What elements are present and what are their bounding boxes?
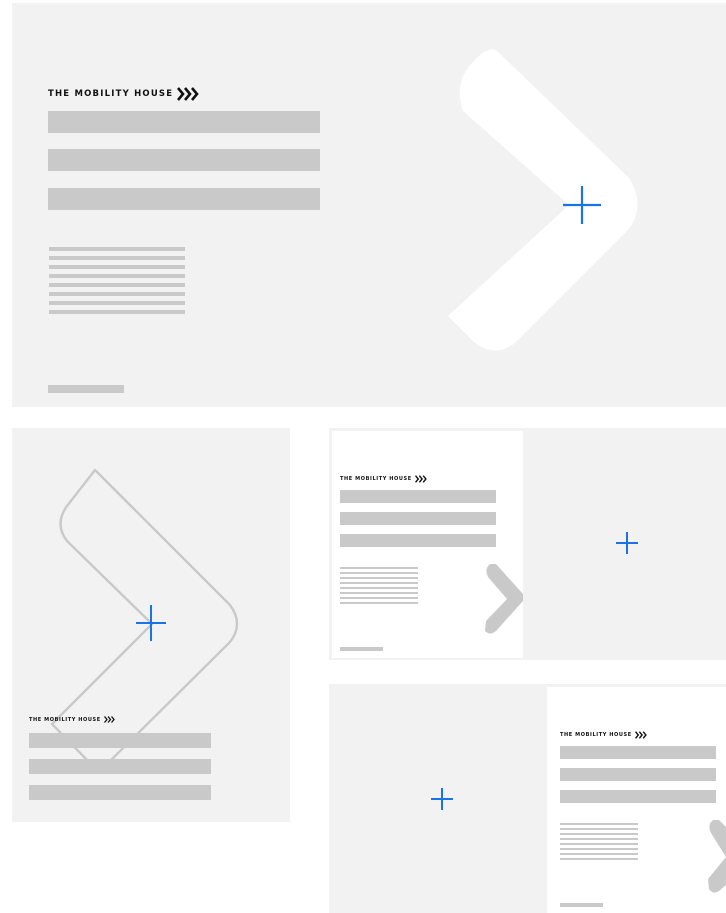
plus-icon — [136, 605, 166, 641]
footer-bar — [340, 647, 383, 651]
body-text-block — [560, 823, 638, 863]
footer-bar — [560, 903, 603, 907]
brand-name: THE MOBILITY HOUSE — [560, 732, 632, 738]
content-card: THE MOBILITY HOUSE — [332, 431, 523, 658]
brand-logo: THE MOBILITY HOUSE — [560, 731, 647, 739]
triple-chevron-icon — [414, 475, 427, 483]
brand-logo: THE MOBILITY HOUSE — [340, 475, 427, 483]
headline-bar-2 — [560, 768, 716, 781]
content-card: THE MOBILITY HOUSE — [547, 687, 726, 913]
triple-chevron-icon — [634, 731, 647, 739]
plus-icon — [563, 186, 601, 224]
brand-name: THE MOBILITY HOUSE — [340, 476, 412, 482]
headline-bar-1 — [29, 733, 211, 748]
headline-bar-2 — [340, 512, 496, 525]
headline-bar-1 — [340, 490, 496, 503]
headline-bar-3 — [560, 790, 716, 803]
chevron-partial-shape — [708, 820, 726, 893]
body-text-block — [340, 567, 418, 607]
brand-logo: THE MOBILITY HOUSE — [29, 716, 115, 723]
layout-portrait-panel: THE MOBILITY HOUSE — [12, 428, 290, 822]
plus-icon — [616, 532, 638, 554]
chevron-partial-shape — [485, 564, 523, 634]
layout-split-content-left-panel: THE MOBILITY HOUSE — [329, 428, 726, 660]
triple-chevron-icon — [103, 716, 115, 723]
headline-bar-1 — [560, 746, 716, 759]
brand-name: THE MOBILITY HOUSE — [29, 716, 101, 723]
layout-split-content-right-panel: THE MOBILITY HOUSE — [329, 684, 726, 913]
layout-wide-panel: THE MOBILITY HOUSE — [12, 3, 726, 407]
chevron-shape — [448, 49, 638, 351]
headline-bar-3 — [29, 785, 211, 800]
headline-bar-3 — [340, 534, 496, 547]
headline-bar-2 — [29, 759, 211, 774]
plus-icon — [431, 788, 453, 810]
